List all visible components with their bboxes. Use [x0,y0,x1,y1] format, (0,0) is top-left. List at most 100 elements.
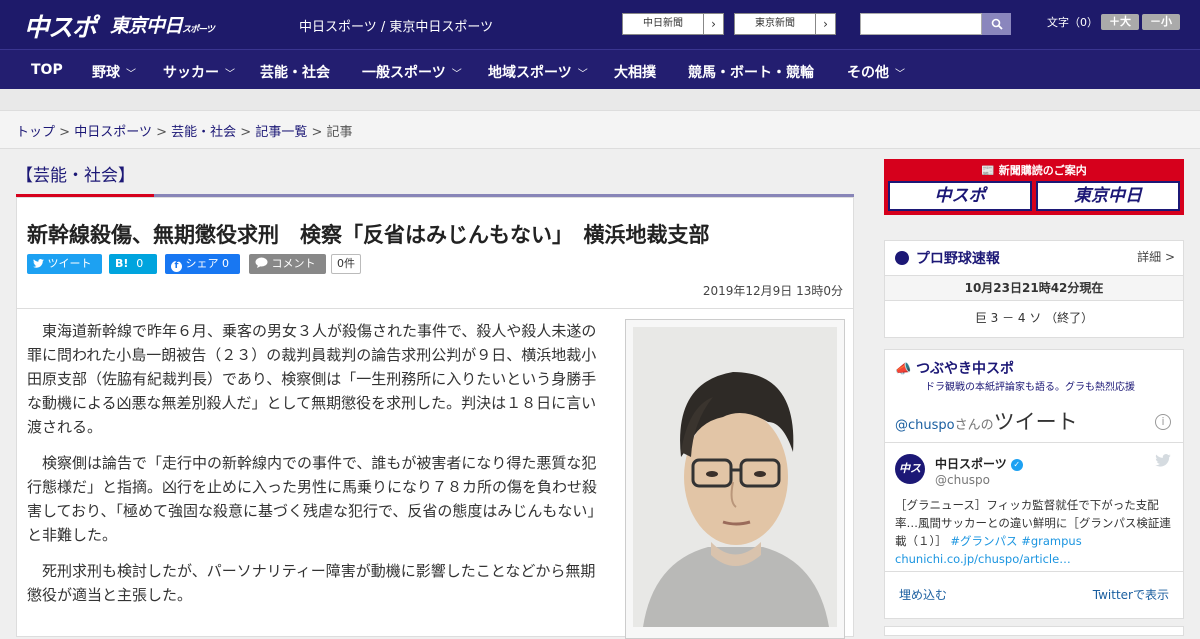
speech-bubble-icon [255,257,268,268]
tokyo-chunichi-logo-text: 東京中日 [110,15,183,37]
chunichi-shimbun-label: 中日新聞 [643,18,683,29]
subscription-banner-title-text: 新聞購読のご案内 [998,164,1087,177]
twitter-timeline-header: @chuspoさんのツイート [895,406,1078,436]
nav-item-label: 芸能・社会 [260,65,330,81]
twitter-handle-link[interactable]: @chuspo [895,418,955,433]
nav-item-general-sports[interactable]: 一般スポーツ ﹀ [362,62,462,82]
embed-link[interactable]: 埋め込む [899,586,947,603]
nav-item-entertainment[interactable]: 芸能・社会 [260,62,330,82]
twitter-tweets-label: ツイート [993,410,1078,434]
tweet-label: ツイート [47,257,92,270]
twitter-widget-title: 📣 つぶやき中スポ [895,358,1014,378]
newspaper-icon: 📰 [981,164,995,177]
chevron-down-icon: ﹀ [451,69,462,80]
baseball-scores-widget: プロ野球速報 詳細 > 10月23日21時42分現在 巨 3 － 4 ソ （終了… [884,240,1184,338]
breadcrumb-top[interactable]: トップ [16,125,55,140]
breadcrumb-chunichi-sports[interactable]: 中日スポーツ [74,125,152,140]
nav-item-soccer[interactable]: サッカー ﹀ [163,62,235,82]
chevron-right-icon: › [815,14,835,34]
nav-item-other[interactable]: その他 ﹀ [847,62,905,82]
baseball-widget-title: プロ野球速報 [895,248,1000,268]
breadcrumb-current: 記事 [326,125,353,140]
nav-item-label: 野球 [92,65,120,81]
breadcrumb-sep: > [156,125,167,140]
article-headline: 新幹線殺傷、無期懲役求刑 検察「反省はみじんもない」 横浜地裁支部 [27,223,710,247]
article-paragraph: 死刑求刑も検討したが、パーソナリティー障害が動機に影響したことなどから無期懲役が… [27,562,596,604]
nav-item-label: サッカー [163,65,219,81]
divider [885,442,1183,443]
font-smaller-button[interactable]: －小 [1142,14,1180,30]
breadcrumb-entertainment[interactable]: 芸能・社会 [171,125,236,140]
nav-item-local-sports[interactable]: 地域スポーツ ﹀ [488,62,588,82]
article-paragraph: 検察側は論告で「走行中の新幹線内での事件で、誰もが被害者になり得た悪質な犯行態様… [27,454,603,544]
search-input[interactable] [860,13,982,35]
font-bigger-button[interactable]: ＋大 [1101,14,1139,30]
tokyo-chunichi-subscribe-link[interactable]: 東京中日 [1036,181,1180,211]
tweet-account-name-text: 中日スポーツ [935,457,1007,471]
baseball-details-link[interactable]: 詳細 > [1137,248,1175,265]
twitter-bird-icon [33,259,44,268]
breadcrumb-article-list[interactable]: 記事一覧 [255,125,307,140]
tweet-account-name[interactable]: 中日スポーツ ✓ [935,455,1023,472]
tweet-button[interactable]: ツイート [27,254,102,274]
view-on-twitter-link[interactable]: Twitterで表示 [1093,586,1169,603]
twitter-widget-title-text: つぶやき中スポ [916,361,1015,377]
breadcrumb-sep: > [240,125,252,140]
category-header: 【芸能・社会】 [16,150,854,198]
tokyo-shimbun-label: 東京新聞 [755,18,795,29]
tokyo-chunichi-logo-small: スポーツ [182,25,215,35]
facebook-icon: f [171,261,182,272]
chevron-right-icon: › [703,14,723,34]
baseball-icon [895,251,909,265]
defendant-photo [633,327,837,627]
article-photo[interactable] [625,319,845,639]
subscription-banner[interactable]: 📰 新聞購読のご案内 中スポ 東京中日 [884,159,1184,215]
nav-item-label: 一般スポーツ [362,65,446,81]
hatena-count: 0 [136,257,144,270]
chuspo-logo[interactable]: 中スポ [24,8,97,44]
comment-button[interactable]: コメント [249,254,326,274]
tokyo-shimbun-link[interactable]: 東京新聞 › [734,13,836,35]
facebook-count: 0 [222,257,229,270]
verified-badge-icon: ✓ [1010,458,1023,471]
nav-item-baseball[interactable]: 野球 ﹀ [92,62,136,82]
twitter-widget-subtitle: ドラ観戦の本紙評論家も語る。グラも熱烈応援 [925,382,1135,393]
divider [17,308,853,309]
nav-item-sumo[interactable]: 大相撲 [614,62,656,82]
article-date: 2019年12月9日 13時0分 [702,284,843,298]
site-names: 中日スポーツ / 東京中日スポーツ [299,20,494,35]
baseball-score[interactable]: 巨 3 － 4 ソ （終了） [885,309,1183,326]
nav-item-top[interactable]: TOP [31,62,63,78]
nav-item-label: 地域スポーツ [488,65,572,81]
tweet-account-handle[interactable]: @chuspo [935,473,990,487]
avatar[interactable]: 中ス [895,454,925,484]
tweet-text: ［グラニュース］フィッカ監督就任で下がった支配率…風間サッカーとの違い鮮明に［グ… [895,496,1175,568]
article-paragraph: 東海道新幹線で昨年６月、乗客の男女３人が殺傷された事件で、殺人や殺人未遂の罪に問… [27,322,597,436]
article-body: 東海道新幹線で昨年６月、乗客の男女３人が殺傷された事件で、殺人や殺人未遂の罪に問… [27,319,604,619]
nav-item-racing[interactable]: 競馬・ボート・競輪 [688,62,814,82]
hatena-bookmark-button[interactable]: B! 0 [109,254,157,274]
chunichi-shimbun-link[interactable]: 中日新聞 › [622,13,724,35]
article: 新幹線殺傷、無期懲役求刑 検察「反省はみじんもない」 横浜地裁支部 ツイート B… [16,197,854,639]
subscription-banner-title: 📰 新聞購読のご案内 [884,162,1184,178]
site-header: 中スポ 東京中日スポーツ 中日スポーツ / 東京中日スポーツ 中日新聞 › 東京… [0,0,1200,49]
info-icon[interactable]: i [1155,414,1171,430]
twitter-widget: 📣 つぶやき中スポ ドラ観戦の本紙評論家も語る。グラも熱烈応援 @chuspoさ… [884,349,1184,619]
baseball-widget-title-text: プロ野球速報 [915,251,1000,267]
tweet-link[interactable]: chunichi.co.jp/chuspo/article… [895,552,1071,566]
chevron-down-icon: ﹀ [126,69,136,80]
search-icon [991,18,1003,30]
divider [885,571,1183,572]
breadcrumb-sep: > [59,125,71,140]
twitter-san-label: さんの [954,418,994,433]
chuspo-subscribe-link[interactable]: 中スポ [888,181,1032,211]
search-button[interactable] [982,13,1011,35]
portrait-illustration [633,327,837,627]
chevron-down-icon: ﹀ [577,69,588,80]
nav-item-label: 競馬・ボート・競輪 [688,65,814,81]
tokyo-chunichi-logo[interactable]: 東京中日スポーツ [110,11,215,38]
twitter-bird-icon[interactable] [1155,454,1171,467]
tweet-hashtags[interactable]: #グランパス #grampus [950,534,1081,548]
breadcrumb: トップ > 中日スポーツ > 芸能・社会 > 記事一覧 > 記事 [0,111,1200,149]
facebook-share-button[interactable]: f シェア 0 [165,254,240,274]
